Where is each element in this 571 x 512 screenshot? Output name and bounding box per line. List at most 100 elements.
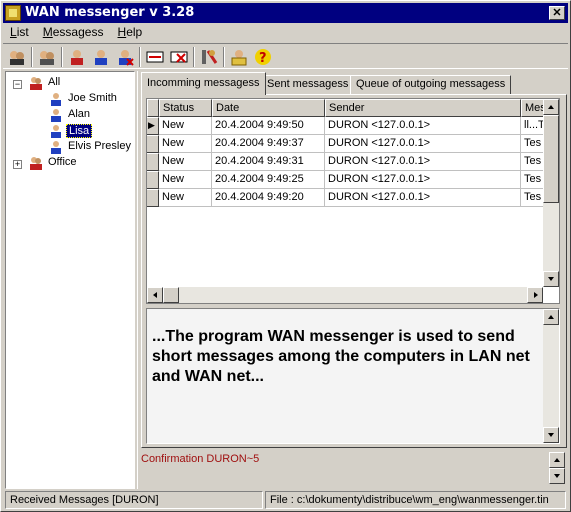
cell-date: 20.4.2004 9:49:50 — [212, 117, 325, 135]
toolbar-separator — [31, 47, 33, 67]
message-text: ...The program WAN messenger is used to … — [152, 328, 530, 385]
grid-indicator-header — [147, 99, 159, 117]
cell-sender: DURON <127.0.0.1> — [325, 153, 521, 171]
cell-status: New — [159, 117, 212, 135]
messages-grid[interactable]: Status Date Sender Mes ▶ New 20.4.2004 9… — [146, 98, 560, 304]
scroll-down-button[interactable] — [543, 271, 559, 287]
cell-message: Tes — [521, 153, 545, 171]
contacts-tree[interactable]: − All Joe Smith Alan Lisa Elvis Presley … — [5, 71, 135, 489]
column-header-status[interactable]: Status — [159, 99, 212, 117]
tools-icon[interactable] — [199, 47, 219, 67]
message-preview[interactable]: ...The program WAN messenger is used to … — [146, 308, 560, 444]
log-scroll-down-button[interactable] — [549, 468, 565, 484]
cell-status: New — [159, 189, 212, 207]
current-row-indicator: ▶ — [147, 117, 159, 135]
status-file: File : c:\dokumenty\distribuce\wm_eng\wa… — [265, 491, 566, 509]
contacts-all-icon[interactable] — [37, 47, 57, 67]
cell-status: New — [159, 135, 212, 153]
grid-horizontal-scrollbar[interactable] — [147, 287, 543, 303]
toolbar-separator — [139, 47, 141, 67]
tab-panel: Status Date Sender Mes ▶ New 20.4.2004 9… — [141, 94, 567, 448]
tab-strip: Incomming messagess Sent messagess Queue… — [141, 72, 569, 95]
tree-item-label: Elvis Presley — [68, 140, 131, 152]
svg-text:?: ? — [259, 51, 267, 66]
tab-sent-messagess[interactable]: Sent messagess — [261, 75, 355, 94]
contacts-icon[interactable] — [7, 47, 27, 67]
message-delete-icon[interactable] — [169, 47, 189, 67]
row-indicator — [147, 189, 159, 207]
cell-status: New — [159, 171, 212, 189]
tab-incomming-messagess[interactable]: Incomming messagess — [141, 72, 266, 95]
status-left: Received Messages [DURON] — [5, 491, 263, 509]
preview-scrollbar[interactable] — [543, 309, 559, 443]
scroll-up-button[interactable] — [543, 309, 559, 325]
toolbar-separator — [193, 47, 195, 67]
row-indicator — [147, 171, 159, 189]
tree-expand-toggle[interactable]: + — [13, 160, 22, 169]
tree-item-label: Joe Smith — [68, 92, 117, 104]
cell-message: Tes — [521, 135, 545, 153]
table-row[interactable]: ▶ New 20.4.2004 9:49:50 DURON <127.0.0.1… — [147, 117, 545, 135]
tree-collapse-toggle[interactable]: − — [13, 80, 22, 89]
cell-sender: DURON <127.0.0.1> — [325, 135, 521, 153]
row-indicator — [147, 135, 159, 153]
cell-message: Tes — [521, 171, 545, 189]
menu-messagess[interactable]: Messagess — [39, 24, 108, 40]
menu-bar: List Messagess Help — [3, 24, 568, 42]
status-bar: Received Messages [DURON] File : c:\doku… — [3, 491, 568, 509]
cell-message: Tes — [521, 189, 545, 207]
message-icon[interactable] — [145, 47, 165, 67]
cell-sender: DURON <127.0.0.1> — [325, 189, 521, 207]
tree-item-label: Alan — [68, 108, 91, 120]
scroll-left-button[interactable] — [147, 287, 163, 303]
group-icon — [28, 155, 44, 171]
tree-item-label: All — [48, 76, 61, 88]
row-indicator — [147, 153, 159, 171]
menu-help[interactable]: Help — [114, 24, 147, 40]
window-title: WAN messenger v 3.28 — [25, 5, 195, 20]
user-delete-icon[interactable] — [115, 47, 135, 67]
cell-date: 20.4.2004 9:49:20 — [212, 189, 325, 207]
cell-sender: DURON <127.0.0.1> — [325, 117, 521, 135]
tree-item-label: Lisa — [66, 124, 93, 138]
toolbar-separator — [61, 47, 63, 67]
cell-date: 20.4.2004 9:49:37 — [212, 135, 325, 153]
column-header-sender[interactable]: Sender — [325, 99, 521, 117]
scroll-thumb[interactable] — [543, 115, 559, 203]
cell-date: 20.4.2004 9:49:25 — [212, 171, 325, 189]
confirmation-log: Confirmation DURON~5 — [141, 453, 260, 465]
menu-list[interactable]: List — [6, 24, 33, 40]
column-header-message[interactable]: Mes — [521, 99, 545, 117]
title-bar[interactable]: WAN messenger v 3.28 ✕ — [3, 3, 568, 23]
user-blue-icon[interactable] — [91, 47, 111, 67]
tree-item-label: Office — [48, 156, 77, 168]
scroll-right-button[interactable] — [527, 287, 543, 303]
user-red-icon[interactable] — [67, 47, 87, 67]
scroll-up-button[interactable] — [543, 99, 559, 115]
user-icon — [48, 107, 64, 123]
app-icon — [5, 5, 21, 21]
table-row[interactable]: New 20.4.2004 9:49:37 DURON <127.0.0.1> … — [147, 135, 545, 153]
tab-queue-outgoing[interactable]: Queue of outgoing messagess — [350, 75, 512, 94]
column-header-date[interactable]: Date — [212, 99, 325, 117]
table-row[interactable]: New 20.4.2004 9:49:25 DURON <127.0.0.1> … — [147, 171, 545, 189]
user-icon — [48, 91, 64, 107]
group-icon — [28, 75, 44, 91]
close-button[interactable]: ✕ — [549, 6, 565, 20]
user-icon — [48, 123, 64, 139]
scroll-down-button[interactable] — [543, 427, 559, 443]
hscroll-thumb[interactable] — [163, 287, 179, 303]
table-row[interactable]: New 20.4.2004 9:49:20 DURON <127.0.0.1> … — [147, 189, 545, 207]
user-icon — [48, 139, 64, 155]
contacts-book-icon[interactable] — [229, 47, 249, 67]
app-window: WAN messenger v 3.28 ✕ List Messagess He… — [0, 0, 571, 512]
table-row[interactable]: New 20.4.2004 9:49:31 DURON <127.0.0.1> … — [147, 153, 545, 171]
splitter[interactable] — [137, 71, 139, 489]
cell-status: New — [159, 153, 212, 171]
toolbar-separator — [223, 47, 225, 67]
log-scroll-up-button[interactable] — [549, 452, 565, 468]
toolbar: ? — [3, 43, 568, 69]
grid-vertical-scrollbar[interactable] — [543, 99, 559, 287]
help-icon[interactable]: ? — [253, 47, 273, 67]
cell-sender: DURON <127.0.0.1> — [325, 171, 521, 189]
